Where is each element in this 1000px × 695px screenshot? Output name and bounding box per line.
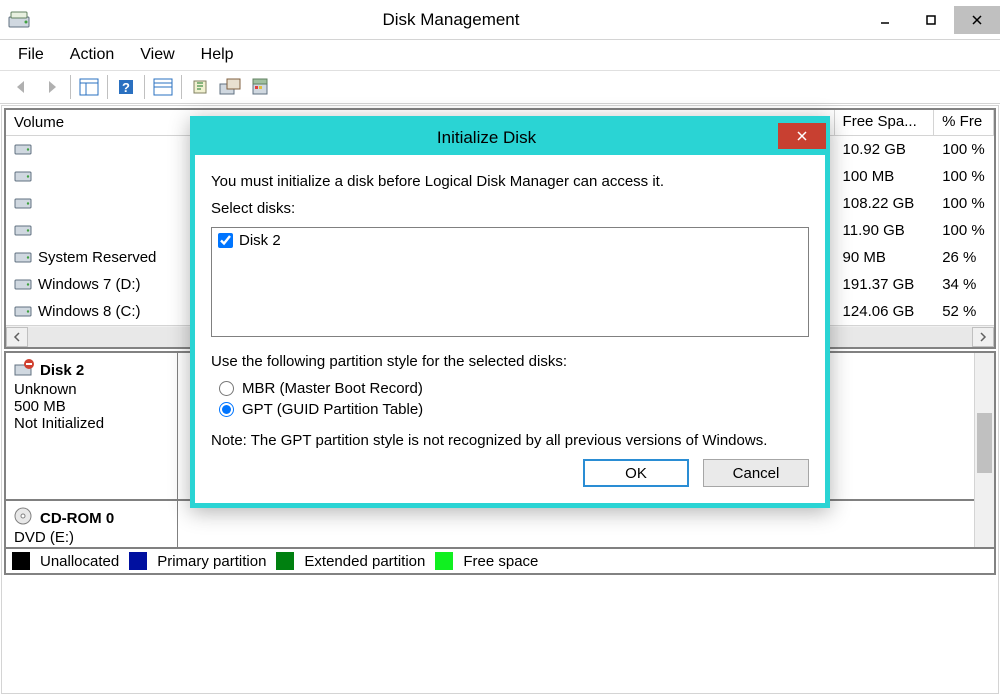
volume-free: 90 MB [835, 247, 935, 268]
layout-button[interactable] [149, 74, 177, 100]
swatch-extended [276, 552, 294, 570]
menu-action[interactable]: Action [70, 46, 114, 64]
maximize-button[interactable] [908, 6, 954, 34]
volume-free: 100 MB [835, 166, 935, 187]
volume-pct: 100 % [934, 166, 994, 187]
legend: Unallocated Primary partition Extended p… [6, 549, 994, 573]
disk-error-icon [14, 359, 34, 381]
drive-icon [14, 222, 32, 240]
volume-name: Windows 7 (D:) [38, 276, 141, 293]
toolbar: ? [0, 70, 1000, 104]
drive-icon [14, 276, 32, 294]
volume-free: 11.90 GB [835, 220, 935, 241]
column-free-space[interactable]: Free Spa... [835, 110, 935, 135]
disk-list: Disk 2 [211, 227, 809, 337]
gpt-radio[interactable] [219, 402, 234, 417]
disk-item-label: Disk 2 [239, 232, 281, 249]
volume-pct: 52 % [934, 301, 994, 322]
vertical-scrollbar[interactable] [974, 353, 994, 547]
menu-help[interactable]: Help [201, 46, 234, 64]
volume-name: System Reserved [38, 249, 156, 266]
titlebar: Disk Management [0, 0, 1000, 40]
volume-pct: 100 % [934, 139, 994, 160]
volume-name: Windows 8 (C:) [38, 303, 141, 320]
disk2-checkbox[interactable] [218, 233, 233, 248]
disk-panel-cdrom[interactable]: CD-ROM 0 DVD (E:) [6, 501, 994, 549]
rescan-button[interactable] [216, 74, 244, 100]
disk-size: 500 MB [14, 398, 169, 415]
legend-unallocated: Unallocated [40, 553, 119, 570]
gpt-radio-item[interactable]: GPT (GUID Partition Table) [219, 401, 809, 418]
refresh-button[interactable] [186, 74, 214, 100]
help-button[interactable]: ? [112, 74, 140, 100]
disk-checkbox-item[interactable]: Disk 2 [218, 232, 802, 249]
cdrom-label: DVD (E:) [14, 529, 169, 546]
dialog-close-button[interactable] [778, 123, 826, 149]
disk-info: Disk 2 Unknown 500 MB Not Initialized [6, 353, 178, 499]
volume-free: 191.37 GB [835, 274, 935, 295]
ok-button[interactable]: OK [583, 459, 689, 487]
menubar: File Action View Help [0, 40, 1000, 70]
select-disks-label: Select disks: [211, 200, 809, 217]
menu-file[interactable]: File [18, 46, 44, 64]
swatch-unallocated [12, 552, 30, 570]
swatch-primary [129, 552, 147, 570]
gpt-label: GPT (GUID Partition Table) [242, 401, 423, 418]
drive-icon [14, 249, 32, 267]
svg-text:?: ? [122, 80, 130, 95]
mbr-label: MBR (Master Boot Record) [242, 380, 423, 397]
cdrom-icon [14, 507, 34, 529]
disk-status: Not Initialized [14, 415, 169, 432]
legend-primary: Primary partition [157, 553, 266, 570]
drive-icon [14, 141, 32, 159]
legend-free: Free space [463, 553, 538, 570]
scroll-right-icon[interactable] [972, 327, 994, 347]
volume-free: 124.06 GB [835, 301, 935, 322]
mbr-radio-item[interactable]: MBR (Master Boot Record) [219, 380, 809, 397]
volume-pct: 34 % [934, 274, 994, 295]
dialog-title: Initialize Disk [195, 128, 778, 148]
drive-icon [14, 168, 32, 186]
disk-name: Disk 2 [40, 362, 84, 379]
volume-free: 10.92 GB [835, 139, 935, 160]
disk-type: Unknown [14, 381, 169, 398]
drive-icon [14, 303, 32, 321]
cdrom-name: CD-ROM 0 [40, 510, 114, 527]
volume-free: 108.22 GB [835, 193, 935, 214]
mbr-radio[interactable] [219, 381, 234, 396]
forward-button[interactable] [38, 74, 66, 100]
back-button[interactable] [8, 74, 36, 100]
cancel-button[interactable]: Cancel [703, 459, 809, 487]
initialize-disk-dialog: Initialize Disk You must initialize a di… [190, 116, 830, 508]
properties-button[interactable] [246, 74, 274, 100]
dialog-titlebar: Initialize Disk [195, 121, 825, 155]
scroll-left-icon[interactable] [6, 327, 28, 347]
column-percent-free[interactable]: % Fre [934, 110, 994, 135]
drive-icon [14, 195, 32, 213]
volume-pct: 100 % [934, 220, 994, 241]
dialog-intro: You must initialize a disk before Logica… [211, 173, 809, 190]
dialog-note: Note: The GPT partition style is not rec… [211, 432, 809, 449]
swatch-free [435, 552, 453, 570]
app-icon [8, 11, 32, 29]
menu-view[interactable]: View [140, 46, 174, 64]
close-button[interactable] [954, 6, 1000, 34]
cdrom-info: CD-ROM 0 DVD (E:) [6, 501, 178, 547]
minimize-button[interactable] [862, 6, 908, 34]
legend-extended: Extended partition [304, 553, 425, 570]
window-title: Disk Management [40, 10, 862, 30]
volume-pct: 26 % [934, 247, 994, 268]
volume-pct: 100 % [934, 193, 994, 214]
show-tree-button[interactable] [75, 74, 103, 100]
partition-style-label: Use the following partition style for th… [211, 353, 809, 370]
